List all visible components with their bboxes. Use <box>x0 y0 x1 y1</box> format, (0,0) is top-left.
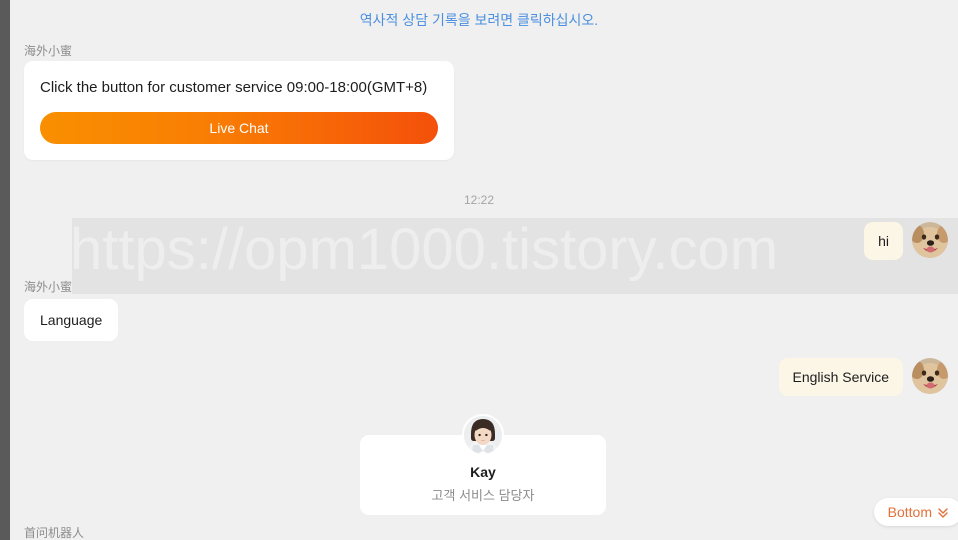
customer-service-message: Click the button for customer service 09… <box>40 79 428 96</box>
user-avatar-dog[interactable] <box>912 358 948 394</box>
user-message-bubble-2: English Service <box>778 358 903 396</box>
live-chat-button[interactable]: Live Chat <box>40 112 438 144</box>
chat-window: https://opm1000.tistory.com 역사적 상담 기록을 보… <box>0 0 958 540</box>
agent-avatar <box>462 414 504 456</box>
agent-name: Kay <box>470 464 496 480</box>
scroll-to-bottom-button[interactable]: Bottom <box>873 498 958 526</box>
message-timestamp: 12:22 <box>463 193 495 207</box>
sender-name-bot-1: 海外小蜜 <box>24 44 73 58</box>
user-message-row-1: hi <box>864 222 948 260</box>
customer-service-card: Click the button for customer service 09… <box>24 61 454 160</box>
window-left-edge <box>0 0 10 540</box>
scroll-to-bottom-label: Bottom <box>887 504 932 520</box>
sender-name-bot-2: 海外小蜜 <box>24 280 73 294</box>
bot-message-bubble-language: Language <box>24 299 119 341</box>
agent-info-card: Kay 고객 서비스 담당자 <box>360 414 606 515</box>
user-avatar-dog[interactable] <box>912 222 948 258</box>
double-chevron-down-icon <box>936 505 950 519</box>
sender-name-bot-3: 首问机器人 <box>24 526 85 540</box>
agent-role: 고객 서비스 담당자 <box>431 488 535 503</box>
user-message-bubble-1: hi <box>864 222 903 260</box>
history-records-link[interactable]: 역사적 상담 기록을 보려면 클릭하십시오. <box>0 10 958 30</box>
chat-content: 역사적 상담 기록을 보려면 클릭하십시오. 海外小蜜 Click the bu… <box>0 0 958 540</box>
user-message-row-2: English Service <box>778 358 948 396</box>
